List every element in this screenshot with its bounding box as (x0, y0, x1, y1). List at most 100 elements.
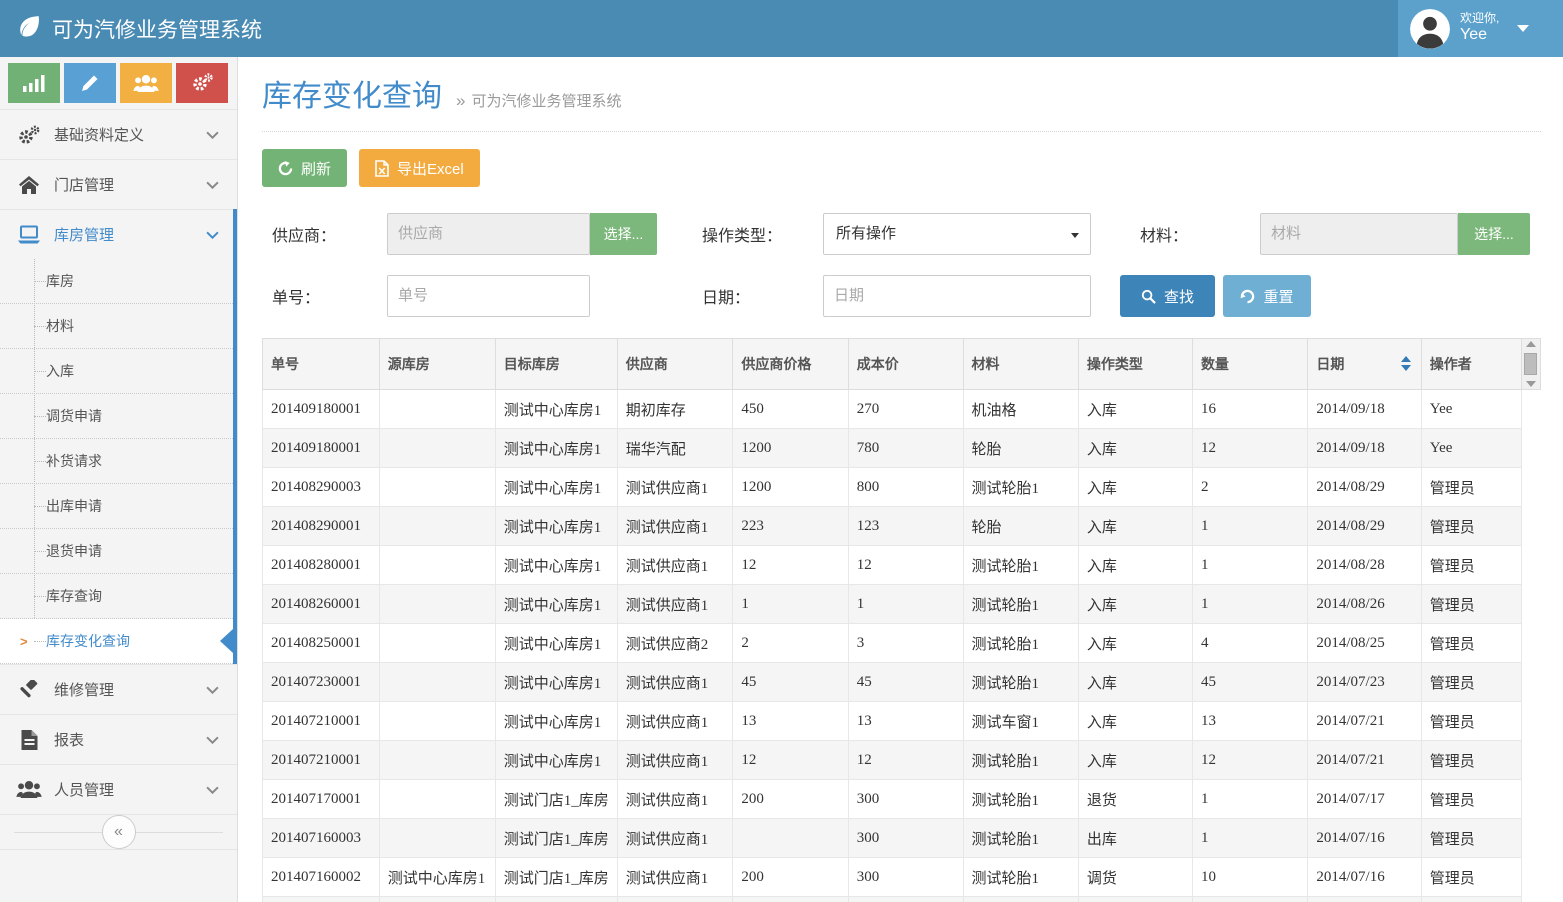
sidebar-subitem[interactable]: 退货申请 (0, 529, 237, 574)
column-header[interactable]: 操作者 (1421, 339, 1521, 390)
table-scrollbar[interactable] (1521, 339, 1540, 390)
table-cell: 测试中心库房1 (495, 585, 617, 624)
table-cell (379, 507, 495, 546)
quick-stats-button[interactable] (8, 63, 60, 103)
table-row[interactable]: 201407210001测试中心库房1测试供应商11212测试轮胎1入库1220… (263, 741, 1541, 780)
scroll-thumb[interactable] (1524, 353, 1537, 375)
laptop-icon (16, 225, 42, 244)
quick-users-button[interactable] (120, 63, 172, 103)
column-header[interactable]: 成本价 (848, 339, 963, 390)
table-row[interactable]: 201408290003测试中心库房1测试供应商11200800测试轮胎1入库2… (263, 468, 1541, 507)
table-cell: 2014/09/18 (1308, 390, 1421, 429)
table-row[interactable]: 201408290001测试中心库房1测试供应商1223123轮胎入库12014… (263, 507, 1541, 546)
table-row[interactable]: 201407210001测试中心库房1测试供应商11313测试车窗1入库1320… (263, 702, 1541, 741)
table-cell: 管理员 (1421, 858, 1521, 897)
table-cell: 123 (848, 507, 963, 546)
table-row[interactable]: 201408250001测试中心库房1测试供应商223测试轮胎1入库42014/… (263, 624, 1541, 663)
table-cell: 测试供应商2 (617, 624, 733, 663)
breadcrumb: »可为汽修业务管理系统 (456, 90, 621, 111)
table-row-partial (263, 897, 1541, 902)
column-header[interactable]: 供应商价格 (733, 339, 848, 390)
sidebar-subitem[interactable]: 调货申请 (0, 394, 237, 439)
export-excel-button[interactable]: 导出Excel (359, 149, 480, 187)
table-cell: 13 (848, 702, 963, 741)
sidebar-collapse-button[interactable]: « (102, 815, 136, 849)
sidebar-item-personnel[interactable]: 人员管理 (0, 764, 237, 814)
user-menu[interactable]: 欢迎你, Yee (1398, 0, 1563, 57)
sidebar-item-repair-management[interactable]: 维修管理 (0, 664, 237, 714)
users-icon (16, 780, 42, 799)
users-icon (133, 74, 159, 93)
table-row-filler (1521, 546, 1540, 585)
sidebar-item-base-data[interactable]: 基础资料定义 (0, 109, 237, 159)
table-cell: 12 (1192, 741, 1307, 780)
column-header[interactable]: 日期 (1308, 339, 1421, 390)
table-cell: 测试轮胎1 (963, 585, 1078, 624)
table-cell: 测试供应商1 (617, 585, 733, 624)
table-row[interactable]: 201407160003测试门店1_库房测试供应商1300测试轮胎1出库1201… (263, 819, 1541, 858)
column-header[interactable]: 供应商 (617, 339, 733, 390)
supplier-input[interactable] (387, 213, 590, 255)
reset-button[interactable]: 重置 (1223, 275, 1311, 317)
material-input[interactable] (1260, 213, 1458, 255)
sidebar-item-reports[interactable]: 报表 (0, 714, 237, 764)
table-row[interactable]: 201408280001测试中心库房1测试供应商11212测试轮胎1入库1201… (263, 546, 1541, 585)
table-cell: 2014/07/17 (1308, 780, 1421, 819)
table-cell: 201408280001 (263, 546, 380, 585)
search-button[interactable]: 查找 (1120, 275, 1215, 317)
order-number-input[interactable] (387, 275, 590, 317)
supplier-select-button[interactable]: 选择... (590, 213, 657, 255)
sidebar-subitem[interactable]: 出库申请 (0, 484, 237, 529)
scroll-up-icon[interactable] (1526, 341, 1536, 347)
column-header[interactable]: 操作类型 (1078, 339, 1192, 390)
sidebar-subitem[interactable]: 材料 (0, 304, 237, 349)
quick-edit-button[interactable] (64, 63, 116, 103)
table-cell: 201409180001 (263, 390, 380, 429)
table-cell: 测试中心库房1 (495, 624, 617, 663)
table-row[interactable]: 201409180001测试中心库房1期初库存450270机油格入库162014… (263, 390, 1541, 429)
sidebar-subitem-label: 入库 (46, 363, 74, 379)
column-header[interactable]: 目标库房 (495, 339, 617, 390)
table-cell: 45 (733, 663, 848, 702)
table-cell: 1 (848, 585, 963, 624)
table-cell: 管理员 (1421, 468, 1521, 507)
leaf-logo-icon (16, 13, 42, 44)
table-cell: 780 (848, 429, 963, 468)
table-cell: 测试供应商1 (617, 819, 733, 858)
table-cell (379, 624, 495, 663)
sidebar-item-store-management[interactable]: 门店管理 (0, 159, 237, 209)
sidebar-item-warehouse-management[interactable]: 库房管理 (0, 209, 237, 259)
table-header: 单号源库房目标库房供应商供应商价格成本价材料操作类型数量日期操作者 (263, 339, 1541, 390)
table-cell: 45 (1192, 663, 1307, 702)
sidebar-subitem[interactable]: 库存查询 (0, 574, 237, 619)
table-row[interactable]: 201407160002测试中心库房1测试门店1_库房测试供应商1200300测… (263, 858, 1541, 897)
operation-type-select[interactable]: 所有操作 (823, 213, 1091, 255)
column-header[interactable]: 单号 (263, 339, 380, 390)
table-row[interactable]: 201408260001测试中心库房1测试供应商111测试轮胎1入库12014/… (263, 585, 1541, 624)
column-header[interactable]: 材料 (963, 339, 1078, 390)
bar-chart-icon (23, 74, 45, 92)
sidebar-subitem-label: 出库申请 (46, 498, 102, 514)
sort-icon[interactable] (1401, 356, 1411, 371)
table-row[interactable]: 201407170001测试门店1_库房测试供应商1200300测试轮胎1退货1… (263, 780, 1541, 819)
sidebar-subitem[interactable]: 库房 (0, 259, 237, 304)
sidebar-collapse-row: « (0, 814, 237, 850)
sidebar-subitem[interactable]: 入库 (0, 349, 237, 394)
table-row-filler (1521, 819, 1540, 858)
quick-settings-button[interactable] (176, 63, 228, 103)
sidebar-subitem[interactable]: 补货请求 (0, 439, 237, 484)
sidebar-subitem[interactable]: >库存变化查询 (0, 619, 237, 664)
refresh-button[interactable]: 刷新 (262, 149, 347, 187)
material-select-button[interactable]: 选择... (1458, 213, 1530, 255)
column-header[interactable]: 源库房 (379, 339, 495, 390)
table-cell: 测试中心库房1 (495, 546, 617, 585)
scroll-down-icon[interactable] (1526, 381, 1536, 387)
sidebar-subitem-label: 调货申请 (46, 408, 102, 424)
table-row[interactable]: 201407230001测试中心库房1测试供应商14545测试轮胎1入库4520… (263, 663, 1541, 702)
table-row-filler (1521, 507, 1540, 546)
table-row[interactable]: 201409180001测试中心库房1瑞华汽配1200780轮胎入库122014… (263, 429, 1541, 468)
chevron-down-icon (206, 781, 219, 799)
table-cell (1192, 897, 1307, 902)
column-header[interactable]: 数量 (1192, 339, 1307, 390)
date-input[interactable] (823, 275, 1091, 317)
